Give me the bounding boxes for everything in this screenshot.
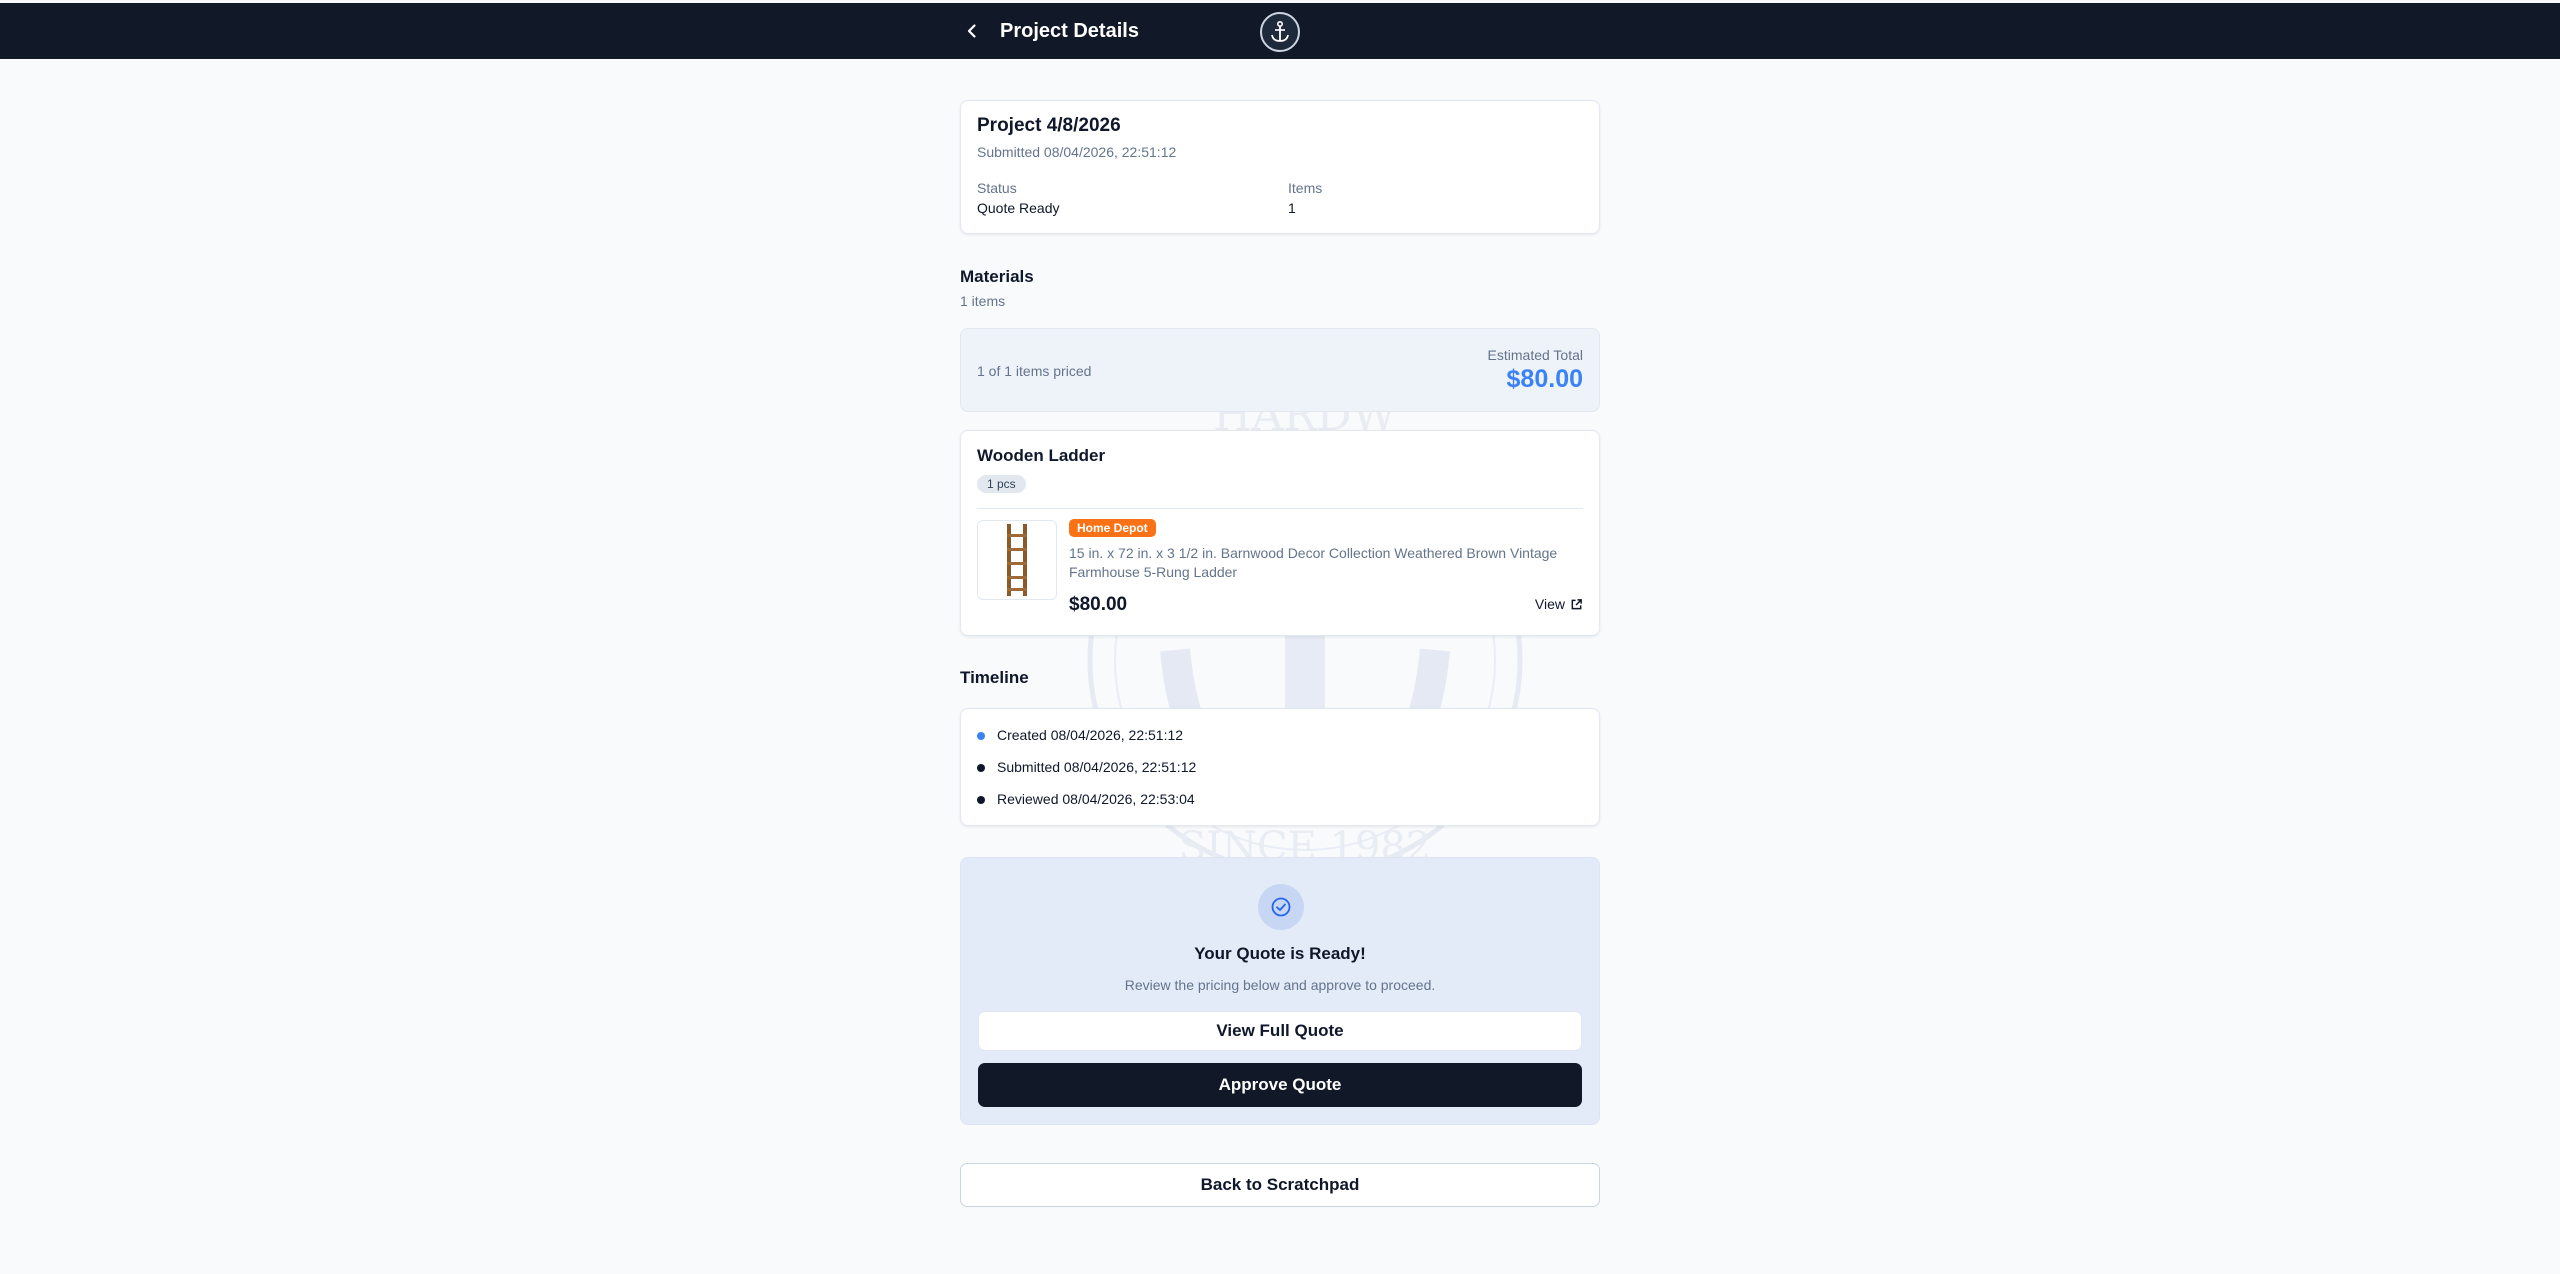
quote-ready-title: Your Quote is Ready! <box>1194 944 1366 963</box>
anchor-logo-icon[interactable] <box>1260 12 1300 52</box>
timeline-event-text: Created 08/04/2026, 22:51:12 <box>997 727 1184 743</box>
timeline-event: Submitted 08/04/2026, 22:51:12 <box>977 758 1196 776</box>
back-button[interactable] <box>960 19 984 43</box>
approve-quote-button[interactable]: Approve Quote <box>978 1063 1582 1107</box>
divider <box>977 508 1583 509</box>
status-label: Status <box>977 180 1017 196</box>
ladder-image <box>1007 524 1027 596</box>
materials-title: Materials <box>960 267 1034 286</box>
timeline-dot <box>977 764 985 773</box>
timeline-event: Created 08/04/2026, 22:51:12 <box>977 726 1183 744</box>
items-priced-text: 1 of 1 items priced <box>977 363 1092 379</box>
item-name: Wooden Ladder <box>977 446 1106 465</box>
page-title: Project Details <box>1000 20 1139 42</box>
items-value: 1 <box>1288 200 1296 216</box>
estimated-total-value: $80.00 <box>1506 365 1583 393</box>
item-description: 15 in. x 72 in. x 3 1/2 in. Barnwood Dec… <box>1069 545 1558 580</box>
top-bar: Project Details <box>0 3 2560 59</box>
project-name: Project 4/8/2026 <box>977 115 1121 136</box>
estimated-total-label: Estimated Total <box>1487 347 1583 363</box>
status-value: Quote Ready <box>977 200 1060 216</box>
project-submitted: Submitted 08/04/2026, 22:51:12 <box>977 144 1177 160</box>
external-link-icon <box>1571 598 1582 609</box>
timeline-card: Created 08/04/2026, 22:51:12 Submitted 0… <box>960 708 1600 826</box>
quote-ready-subtitle: Review the pricing below and approve to … <box>1124 977 1436 993</box>
back-to-scratchpad-button[interactable]: Back to Scratchpad <box>960 1163 1600 1207</box>
material-item-card: Wooden Ladder 1 pcs Home Depot 15 in. x … <box>960 430 1600 636</box>
store-badge: Home Depot <box>1069 519 1156 537</box>
timeline-event: Reviewed 08/04/2026, 22:53:04 <box>977 790 1195 808</box>
quote-ready-panel: Your Quote is Ready! Review the pricing … <box>960 857 1600 1125</box>
timeline-dot <box>977 796 985 805</box>
estimated-total-panel: 1 of 1 items priced Estimated Total $80.… <box>960 328 1600 412</box>
quantity-badge: 1 pcs <box>977 475 1026 493</box>
view-product-link[interactable]: View <box>1535 595 1583 613</box>
materials-count: 1 items <box>960 293 1006 309</box>
timeline-event-text: Reviewed 08/04/2026, 22:53:04 <box>997 791 1195 807</box>
check-circle-icon <box>1258 884 1304 930</box>
product-thumbnail[interactable] <box>977 520 1057 600</box>
timeline-event-text: Submitted 08/04/2026, 22:51:12 <box>997 759 1197 775</box>
view-link-label: View <box>1534 596 1565 612</box>
items-label: Items <box>1288 180 1323 196</box>
chevron-left-icon <box>967 24 976 38</box>
project-summary-card: Project 4/8/2026 Submitted 08/04/2026, 2… <box>960 100 1600 234</box>
view-full-quote-button[interactable]: View Full Quote <box>978 1011 1582 1051</box>
item-price: $80.00 <box>1069 594 1128 615</box>
timeline-title: Timeline <box>960 668 1029 687</box>
timeline-dot <box>977 732 985 741</box>
